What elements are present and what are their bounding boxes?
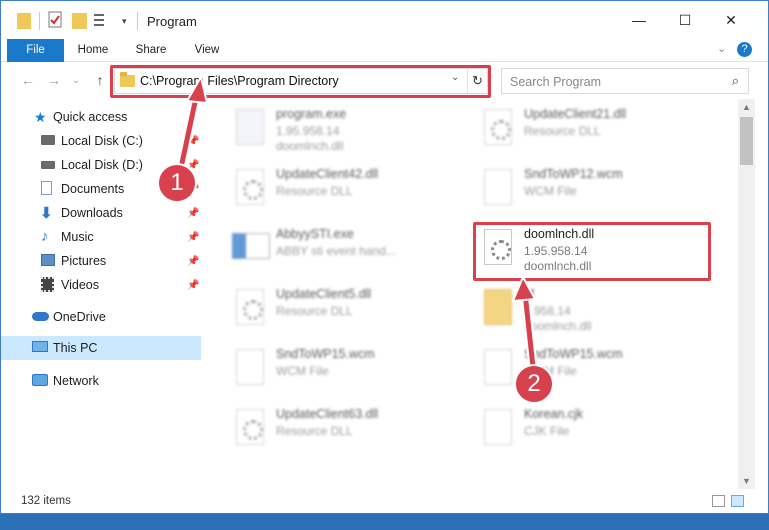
- step-badge-1: 1: [157, 163, 197, 203]
- step-badge-2: 2: [514, 364, 554, 404]
- arrow-2: [511, 274, 538, 368]
- annotation-arrows: [174, 74, 538, 368]
- arrow-1: [174, 74, 209, 178]
- explorer-window: ▾ Program — ☐ ✕ File Home Share View ⌄ ?…: [0, 0, 769, 514]
